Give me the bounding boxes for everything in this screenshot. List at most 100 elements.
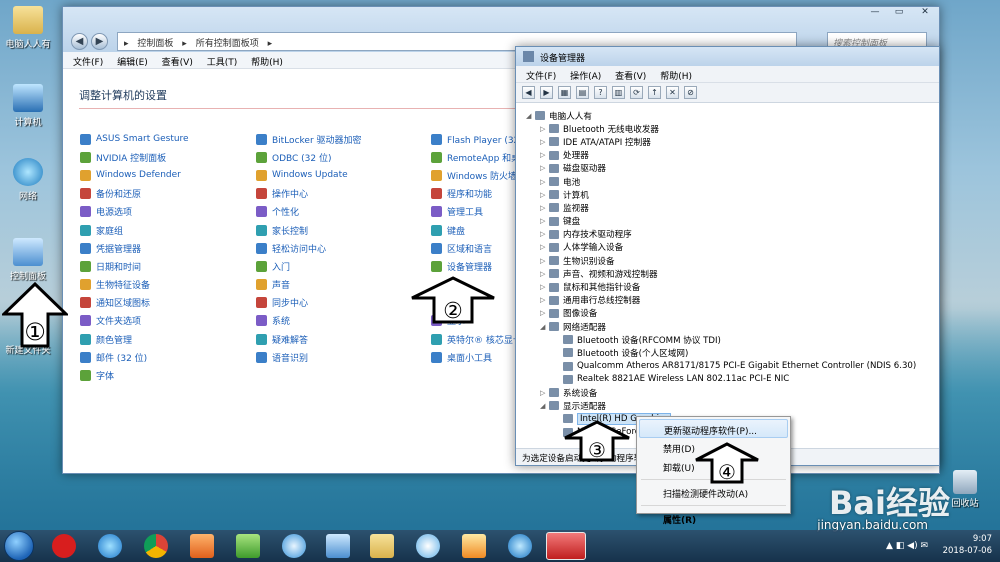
cp-item-col1-11[interactable]: 颜色管理 [80, 330, 250, 348]
tree-category[interactable]: ▷ 通用串行总线控制器 [516, 294, 939, 307]
menu-file[interactable]: 文件(F) [73, 58, 103, 68]
desktop-icon-network[interactable]: 网络 [0, 158, 56, 202]
cp-item-col1-0[interactable]: ASUS Smart Gesture [80, 130, 250, 148]
taskbar-files-icon[interactable] [236, 534, 260, 558]
expand-icon[interactable]: ▷ [540, 164, 549, 172]
cp-item-col1-1[interactable]: NVIDIA 控制面板 [80, 148, 250, 166]
tree-category[interactable]: ▷ 系统设备 [516, 386, 939, 399]
tree-category[interactable]: ▷ 人体学输入设备 [516, 241, 939, 254]
expand-icon[interactable]: ▷ [540, 309, 549, 317]
cp-item-col2-4[interactable]: 个性化 [256, 203, 426, 221]
tree-category[interactable]: ▷ 计算机 [516, 188, 939, 201]
cp-item-col2-1[interactable]: ODBC (32 位) [256, 148, 426, 166]
cp-item-col1-6[interactable]: 凭据管理器 [80, 239, 250, 257]
tree-category[interactable]: ▷ 键盘 [516, 215, 939, 228]
expand-icon[interactable]: ▷ [540, 178, 549, 186]
expand-icon[interactable]: ▷ [540, 243, 549, 251]
expand-icon[interactable]: ▷ [540, 151, 549, 159]
cp-item-col1-3[interactable]: 备份和还原 [80, 185, 250, 203]
uninstall-icon[interactable]: ✕ [666, 86, 679, 99]
cp-item-col3-3[interactable]: 程序和功能 [431, 185, 515, 203]
properties-icon[interactable]: ▤ [576, 86, 589, 99]
cp-item-col1-8[interactable]: 生物特征设备 [80, 276, 250, 294]
clock[interactable]: 9:07 2018-07-06 [943, 533, 992, 557]
cp-item-col1-2[interactable]: Windows Defender [80, 166, 250, 184]
expand-icon[interactable]: ▷ [540, 230, 549, 238]
cp-item-col3-0[interactable]: Flash Player (32 位 [431, 130, 515, 148]
expand-icon[interactable]: ▷ [540, 125, 549, 133]
cp-item-col3-1[interactable]: RemoteApp 和桌 [431, 148, 515, 166]
cp-item-col2-0[interactable]: BitLocker 驱动器加密 [256, 130, 426, 148]
taskbar-device-manager-icon[interactable] [546, 532, 586, 560]
menu-scan-hardware[interactable]: 扫描检测硬件改动(A) [639, 483, 788, 502]
cp-item-col1-7[interactable]: 日期和时间 [80, 257, 250, 275]
cp-item-col2-12[interactable]: 语音识别 [256, 348, 426, 366]
expand-icon[interactable]: ▷ [540, 270, 549, 278]
cp-item-col3-2[interactable]: Windows 防火墙 [431, 166, 515, 184]
collapse-icon[interactable]: ◢ [526, 112, 535, 120]
tray-icons[interactable]: ▲ ◧ ◀) ✉ [886, 541, 928, 551]
menu-tools[interactable]: 工具(T) [207, 58, 238, 68]
tree-category[interactable]: ▷ 处理器 [516, 149, 939, 162]
breadcrumb-control-panel[interactable]: 控制面板 [137, 39, 173, 49]
cp-item-col1-12[interactable]: 邮件 (32 位) [80, 348, 250, 366]
taskbar-paint-icon[interactable] [462, 534, 486, 558]
tree-root[interactable]: ◢ 电脑人人有 [516, 109, 939, 122]
cp-item-col2-3[interactable]: 操作中心 [256, 185, 426, 203]
tree-category[interactable]: ▷ IDE ATA/ATAPI 控制器 [516, 135, 939, 148]
cp-item-col2-10[interactable]: 系统 [256, 312, 426, 330]
menu-action[interactable]: 操作(A) [570, 72, 601, 82]
tree-category[interactable]: ▷ Bluetooth 无线电收发器 [516, 122, 939, 135]
forward-icon[interactable]: ▶ [540, 86, 553, 99]
menu-help[interactable]: 帮助(H) [660, 72, 692, 82]
taskbar-browser-icon[interactable] [282, 534, 306, 558]
cp-item-col1-4[interactable]: 电源选项 [80, 203, 250, 221]
collapse-icon[interactable]: ◢ [540, 323, 549, 331]
view-list-icon[interactable]: ▥ [612, 86, 625, 99]
start-button[interactable] [4, 531, 34, 561]
disable-icon[interactable]: ⊘ [684, 86, 697, 99]
expand-icon[interactable]: ▷ [540, 138, 549, 146]
menu-view[interactable]: 查看(V) [615, 72, 646, 82]
expand-icon[interactable]: ▷ [540, 296, 549, 304]
cp-item-col3-11[interactable]: 英特尔® 核芯显卡 [431, 330, 515, 348]
minimize-button[interactable]: — [863, 7, 887, 21]
maximize-button[interactable]: ▭ [887, 7, 911, 21]
cp-item-col3-12[interactable]: 桌面小工具 [431, 348, 515, 366]
expand-icon[interactable]: ▷ [540, 191, 549, 199]
cp-item-col2-5[interactable]: 家长控制 [256, 221, 426, 239]
cp-item-col2-2[interactable]: Windows Update [256, 166, 426, 184]
tree-device[interactable]: Realtek 8821AE Wireless LAN 802.11ac PCI… [516, 373, 939, 386]
back-icon[interactable]: ◀ [522, 86, 535, 99]
cp-item-col1-5[interactable]: 家庭组 [80, 221, 250, 239]
menu-view[interactable]: 查看(V) [162, 58, 193, 68]
cp-item-col3-7[interactable]: 设备管理器 [431, 257, 515, 275]
breadcrumb-all-items[interactable]: 所有控制面板项 [196, 39, 259, 49]
help-icon[interactable]: ? [594, 86, 607, 99]
tree-category[interactable]: ▷ 图像设备 [516, 307, 939, 320]
tree-category[interactable]: ▷ 生物识别设备 [516, 254, 939, 267]
cp-item-col2-6[interactable]: 轻松访问中心 [256, 239, 426, 257]
tree-category[interactable]: ◢ 显示适配器 [516, 399, 939, 412]
update-driver-icon[interactable]: ↑ [648, 86, 661, 99]
tree-category[interactable]: ▷ 监视器 [516, 201, 939, 214]
tree-category[interactable]: ◢ 网络适配器 [516, 320, 939, 333]
desktop-icon-computer[interactable]: 计算机 [0, 84, 56, 128]
cp-item-col1-10[interactable]: 文件夹选项 [80, 312, 250, 330]
view-icon[interactable]: ▦ [558, 86, 571, 99]
cp-item-col2-8[interactable]: 声音 [256, 276, 426, 294]
scan-icon[interactable]: ⟳ [630, 86, 643, 99]
expand-icon[interactable]: ▷ [540, 204, 549, 212]
collapse-icon[interactable]: ◢ [540, 402, 549, 410]
menu-edit[interactable]: 编辑(E) [117, 58, 148, 68]
expand-icon[interactable]: ▷ [540, 257, 549, 265]
cp-item-col3-5[interactable]: 键盘 [431, 221, 515, 239]
tree-device[interactable]: Bluetooth 设备(RFCOMM 协议 TDI) [516, 333, 939, 346]
taskbar-app-red-icon[interactable] [52, 534, 76, 558]
tree-category[interactable]: ▷ 声音、视频和游戏控制器 [516, 267, 939, 280]
expand-icon[interactable]: ▷ [540, 217, 549, 225]
tree-category[interactable]: ▷ 磁盘驱动器 [516, 162, 939, 175]
menu-file[interactable]: 文件(F) [526, 72, 556, 82]
expand-icon[interactable]: ▷ [540, 283, 549, 291]
tree-category[interactable]: ▷ 电池 [516, 175, 939, 188]
